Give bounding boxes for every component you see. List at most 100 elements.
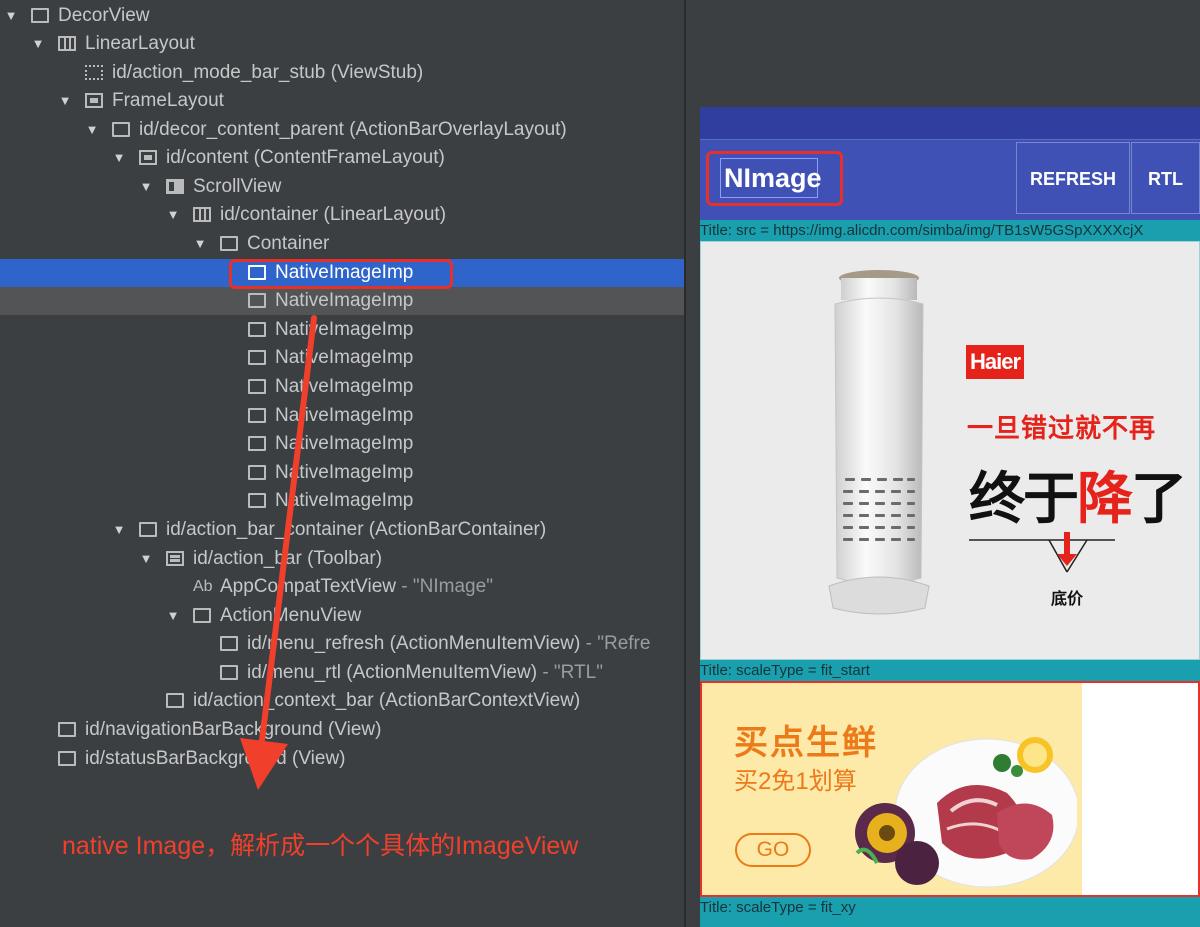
tree-row-native-image-7[interactable]: NativeImageImp <box>0 430 684 458</box>
tree-row-action-bar-toolbar[interactable]: ▼ id/action_bar (Toolbar) <box>0 545 684 573</box>
tree-row-label: ScrollView <box>193 176 282 197</box>
view-icon <box>58 751 76 766</box>
expand-arrow-icon[interactable]: ▼ <box>138 545 154 573</box>
view-icon <box>248 465 266 480</box>
expand-arrow-icon[interactable]: ▼ <box>138 173 154 201</box>
image-caption-src: Title: src = https://img.alicdn.com/simb… <box>700 220 1200 241</box>
tree-row-framelayout[interactable]: ▼ FrameLayout <box>0 87 684 115</box>
image-caption-fit-xy: Title: scaleType = fit_xy <box>700 897 1200 927</box>
expand-arrow-icon[interactable]: ▼ <box>165 602 181 630</box>
native-image-haier-purifier[interactable]: Haier 一旦错过就不再 终于降了 底价 <box>700 241 1200 660</box>
view-icon <box>139 522 157 537</box>
annotation-text: native Image，解析成一个个具体的ImageView <box>62 832 579 860</box>
tree-row-label: NativeImageImp <box>275 319 414 340</box>
expand-arrow-icon[interactable]: ▼ <box>30 30 46 58</box>
device-preview-panel: NImage REFRESH RTL Title: src = https://… <box>686 0 1200 927</box>
rtl-button[interactable]: RTL <box>1131 142 1200 214</box>
tree-row-decorview[interactable]: ▼ DecorView <box>0 2 684 30</box>
tree-row-native-image-2[interactable]: NativeImageImp <box>0 287 684 315</box>
frame-layout-icon <box>139 150 157 165</box>
view-icon <box>220 665 238 680</box>
tree-row-appcompat-textview[interactable]: Ab AppCompatTextView - "NImage" <box>0 573 684 601</box>
view-icon <box>248 493 266 508</box>
tree-row-container[interactable]: ▼ Container <box>0 230 684 258</box>
device-screen: NImage REFRESH RTL Title: src = https://… <box>700 107 1200 927</box>
tree-row-status-bar-background[interactable]: id/statusBarBackground (View) <box>0 745 684 773</box>
refresh-button[interactable]: REFRESH <box>1016 142 1130 214</box>
text-view-icon: Ab <box>193 578 213 595</box>
tree-row-navigation-bar-background[interactable]: id/navigationBarBackground (View) <box>0 716 684 744</box>
haier-slogan-main: 终于降了 <box>969 467 1187 530</box>
tree-row-label: AppCompatTextView - "NImage" <box>220 576 493 597</box>
banner-subtitle: 买2免1划算 <box>734 768 857 795</box>
view-icon <box>248 408 266 423</box>
linear-layout-icon <box>58 36 76 51</box>
tree-row-action-context-bar[interactable]: id/action_context_bar (ActionBarContextV… <box>0 687 684 715</box>
app-bar: NImage REFRESH RTL <box>700 140 1200 220</box>
tree-row-label: id/statusBarBackground (View) <box>85 748 346 769</box>
tree-row-label: ActionMenuView <box>220 605 362 626</box>
viewstub-icon <box>85 65 103 80</box>
expand-arrow-icon[interactable]: ▼ <box>3 2 19 30</box>
tree-row-action-bar-container[interactable]: ▼ id/action_bar_container (ActionBarCont… <box>0 516 684 544</box>
view-icon <box>193 608 211 623</box>
tree-row-native-image-4[interactable]: NativeImageImp <box>0 344 684 372</box>
tree-row-native-image-5[interactable]: NativeImageImp <box>0 373 684 401</box>
tree-row-label: id/menu_rtl (ActionMenuItemView) - "RTL" <box>247 662 603 683</box>
view-icon <box>248 322 266 337</box>
tree-row-linearlayout[interactable]: ▼ LinearLayout <box>0 30 684 58</box>
food-plate-image <box>855 737 1077 888</box>
view-icon <box>248 293 266 308</box>
haier-slogan-top: 一旦错过就不再 <box>967 413 1157 443</box>
tree-row-label: NativeImageImp <box>275 347 414 368</box>
tree-row-label: id/content (ContentFrameLayout) <box>166 147 445 168</box>
expand-arrow-icon[interactable]: ▼ <box>111 144 127 172</box>
tree-row-label: NativeImageImp <box>275 376 414 397</box>
tree-row-scrollview[interactable]: ▼ ScrollView <box>0 173 684 201</box>
view-icon <box>220 236 238 251</box>
tree-row-label: NativeImageImp <box>275 405 414 426</box>
native-image-fresh-food[interactable]: 买点生鲜 买2免1划算 GO <box>700 681 1200 897</box>
expand-arrow-icon[interactable]: ▼ <box>57 87 73 115</box>
tree-row-action-menu-view[interactable]: ▼ ActionMenuView <box>0 602 684 630</box>
tree-row-decor-content-parent[interactable]: ▼ id/decor_content_parent (ActionBarOver… <box>0 116 684 144</box>
tree-row-label: id/action_context_bar (ActionBarContextV… <box>193 690 581 711</box>
haier-logo: Haier <box>966 345 1024 379</box>
expand-arrow-icon[interactable]: ▼ <box>165 201 181 229</box>
tree-row-label: NativeImageImp <box>275 490 414 511</box>
component-tree: ▼ DecorView ▼ LinearLayout id/action_mod… <box>0 0 684 927</box>
scrollview-icon <box>166 179 184 194</box>
expand-arrow-icon[interactable]: ▼ <box>111 516 127 544</box>
linear-layout-icon <box>193 207 211 222</box>
view-icon <box>166 693 184 708</box>
tree-row-native-image-8[interactable]: NativeImageImp <box>0 459 684 487</box>
tree-row-label: id/action_bar (Toolbar) <box>193 548 383 569</box>
tree-row-content[interactable]: ▼ id/content (ContentFrameLayout) <box>0 144 684 172</box>
tree-row-label: DecorView <box>58 5 150 26</box>
tree-row-label: id/decor_content_parent (ActionBarOverla… <box>139 119 567 140</box>
banner-go-button[interactable]: GO <box>735 833 811 867</box>
haier-lowest-price: 底价 <box>1051 591 1084 608</box>
view-icon <box>58 722 76 737</box>
tree-row-native-image-6[interactable]: NativeImageImp <box>0 402 684 430</box>
tree-row-label: id/container (LinearLayout) <box>220 204 447 225</box>
toolbar-icon <box>166 551 184 566</box>
view-icon <box>248 350 266 365</box>
tree-row-native-image-9[interactable]: NativeImageImp <box>0 487 684 515</box>
expand-arrow-icon[interactable]: ▼ <box>192 230 208 258</box>
tree-row-container-linearlayout[interactable]: ▼ id/container (LinearLayout) <box>0 201 684 229</box>
tree-row-label: NativeImageImp <box>275 433 414 454</box>
tree-row-label: id/navigationBarBackground (View) <box>85 719 382 740</box>
frame-layout-icon <box>85 93 103 108</box>
tree-row-menu-refresh[interactable]: id/menu_refresh (ActionMenuItemView) - "… <box>0 630 684 658</box>
tree-row-native-image-3[interactable]: NativeImageImp <box>0 316 684 344</box>
tree-row-label: FrameLayout <box>112 90 224 111</box>
tree-row-menu-rtl[interactable]: id/menu_rtl (ActionMenuItemView) - "RTL" <box>0 659 684 687</box>
expand-arrow-icon[interactable]: ▼ <box>84 116 100 144</box>
tree-row-label: id/action_mode_bar_stub (ViewStub) <box>112 62 424 83</box>
tree-row-viewstub[interactable]: id/action_mode_bar_stub (ViewStub) <box>0 59 684 87</box>
air-purifier-image <box>828 270 930 615</box>
tree-row-label: LinearLayout <box>85 33 195 54</box>
selection-highlight-outline <box>229 259 453 289</box>
view-icon <box>248 436 266 451</box>
